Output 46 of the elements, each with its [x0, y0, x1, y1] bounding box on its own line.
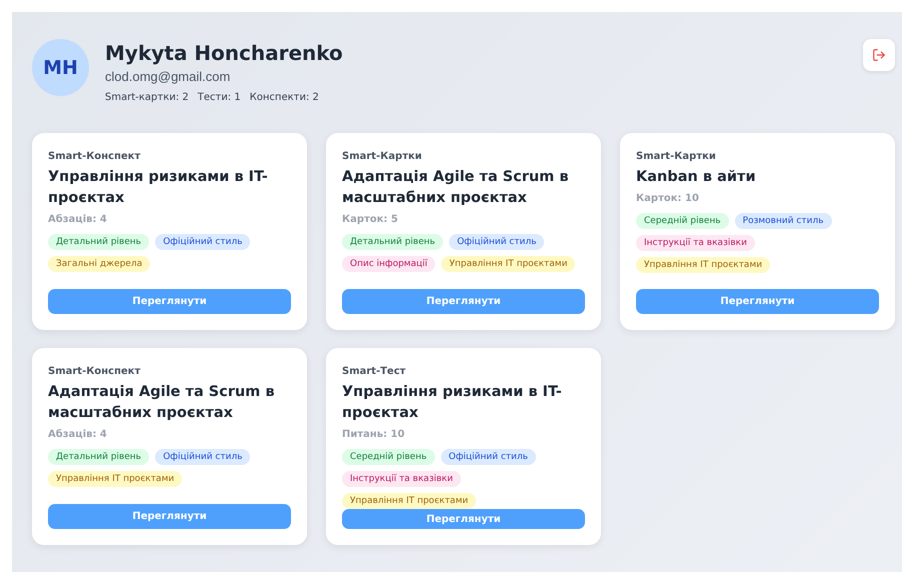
tag: Управління IT проєктами: [441, 256, 576, 272]
stat-label: Smart-картки: 2: [105, 92, 189, 103]
view-button[interactable]: Переглянути: [342, 509, 585, 529]
logout-button[interactable]: [863, 39, 895, 71]
card-count: Карток: 10: [636, 193, 700, 204]
tag: Управління IT проєктами: [342, 493, 476, 509]
card-type: Smart-Картки: [342, 151, 423, 162]
card-type: Smart-Тест: [342, 366, 407, 377]
card-count: Абзаців: 4: [48, 214, 108, 225]
logout-icon: [872, 48, 886, 62]
tag: Офіційний стиль: [155, 234, 250, 250]
tag: Детальний рівень: [48, 234, 150, 250]
tag: Офіційний стиль: [155, 449, 250, 465]
view-button[interactable]: Переглянути: [48, 504, 291, 529]
tag: Розмовний стиль: [734, 213, 832, 229]
tag: Середній рівень: [636, 213, 729, 229]
card-title: Адаптація Agile та Scrum в масштабних проєктах: [48, 383, 276, 423]
tag: Офіційний стиль: [440, 449, 536, 465]
card-type: Smart-Конспект: [48, 151, 142, 162]
avatar: MH: [32, 39, 89, 96]
tag: Детальний рівень: [342, 234, 444, 250]
tag: Загальні джерела: [48, 256, 150, 272]
tag: Офіційний стиль: [449, 234, 544, 250]
view-button[interactable]: Переглянути: [636, 289, 879, 314]
tag: Опис інформації: [342, 256, 436, 272]
card-title: Управління ризиками в IT-проєктах: [48, 168, 269, 208]
tag: Інструкції та вказівки: [342, 471, 461, 487]
tag: Управління IT проєктами: [636, 257, 770, 273]
card-count: Карток: 5: [342, 214, 399, 225]
view-button[interactable]: Переглянути: [48, 289, 291, 314]
card-type: Smart-Конспект: [48, 366, 142, 377]
view-button[interactable]: Переглянути: [342, 289, 585, 314]
card-type: Smart-Картки: [636, 151, 717, 162]
tag: Інструкції та вказівки: [636, 235, 755, 251]
tag: Детальний рівень: [48, 449, 150, 465]
card-count: Питань: 10: [342, 429, 406, 440]
card-title: Управління ризиками в IT-проєктах: [342, 383, 563, 423]
tag: Середній рівень: [342, 449, 435, 465]
user-email: clod.omg@gmail.com: [105, 69, 232, 84]
tag: Управління IT проєктами: [48, 471, 182, 487]
card-count: Абзаців: 4: [48, 429, 108, 440]
card-title: Адаптація Agile та Scrum в масштабних проєктах: [342, 168, 570, 208]
card-title: Kanban в айти: [636, 168, 757, 187]
user-name: Mykyta Honcharenko: [105, 41, 344, 65]
stat-label: Тести: 1: [198, 92, 241, 103]
stat-label: Конспекти: 2: [250, 92, 319, 103]
